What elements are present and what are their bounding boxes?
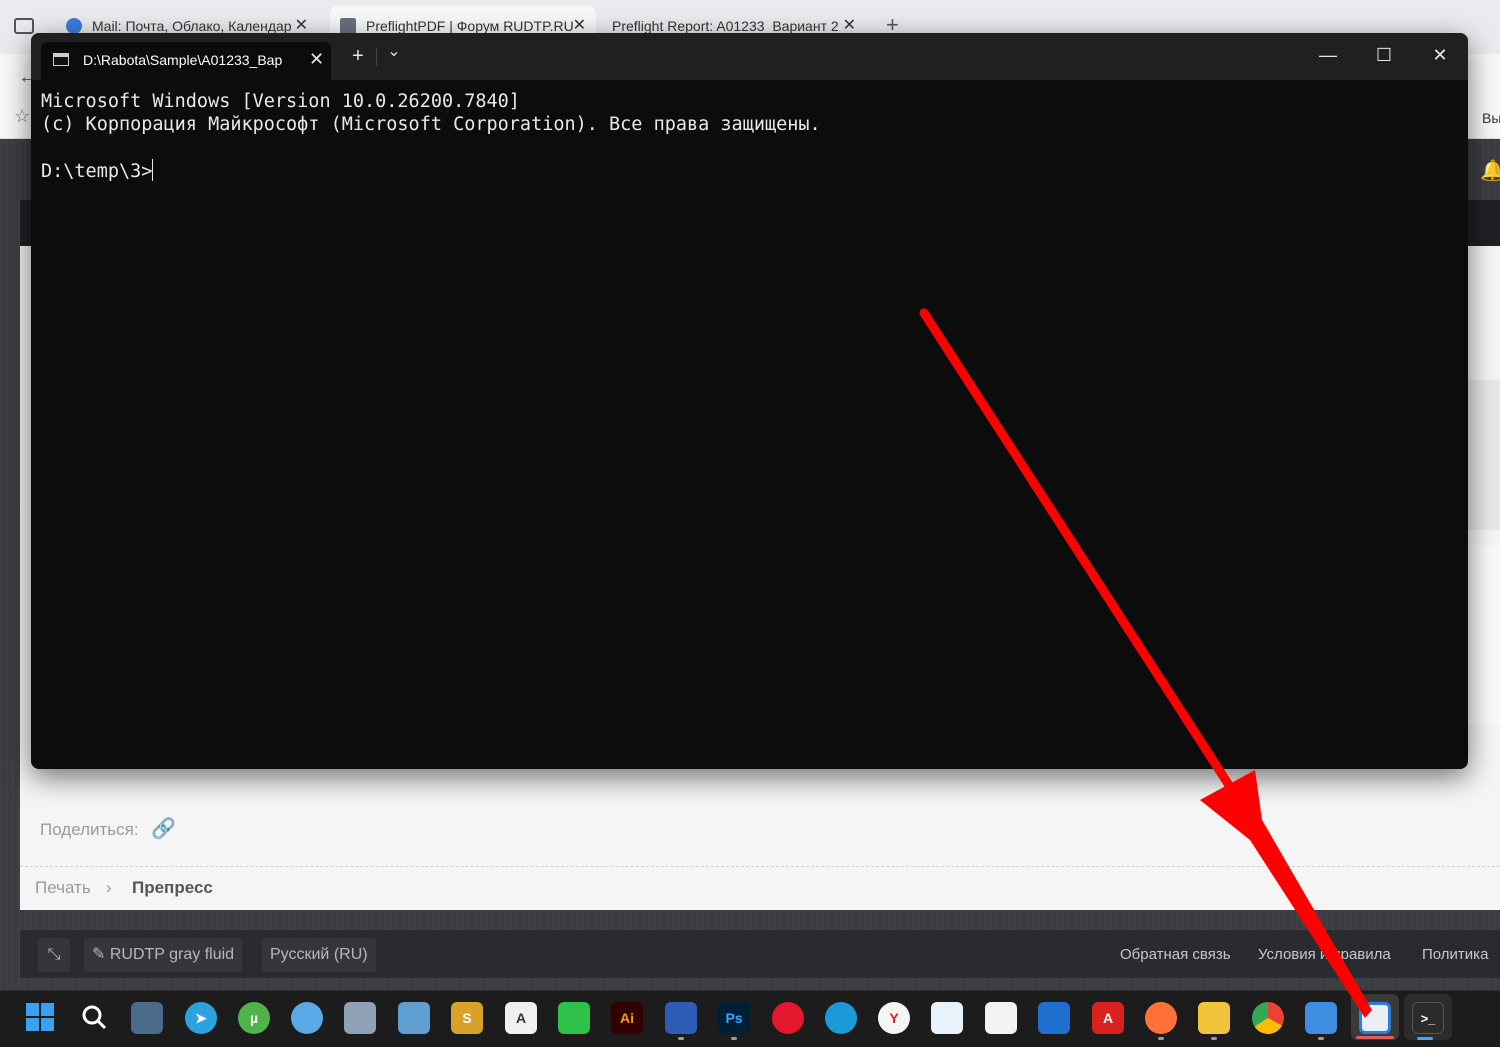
tab-actions-icon[interactable] — [14, 18, 34, 34]
terminal-prompt-line: D:\temp\3> — [41, 159, 821, 183]
search-icon[interactable] — [78, 1002, 110, 1034]
firefox-icon[interactable] — [1145, 1002, 1177, 1034]
brush-icon: ✎ — [92, 946, 106, 963]
footer-link-terms[interactable]: Условия и правила — [1258, 946, 1391, 963]
bell-icon[interactable]: 🔔 — [1480, 158, 1500, 183]
terminal-window[interactable]: D:\Rabota\Sample\A01233_Вариант ✕ + ⌄ — … — [31, 33, 1468, 769]
text-cursor — [152, 159, 154, 181]
camera-app-icon[interactable] — [665, 1002, 697, 1034]
terminal-prompt: D:\temp\3> — [41, 161, 153, 182]
windows-start-icon[interactable] — [24, 1002, 56, 1034]
app-blue-circle-icon[interactable] — [291, 1002, 323, 1034]
breadcrumb-separator: › — [106, 878, 112, 897]
running-indicator — [1158, 1037, 1164, 1040]
outlook-icon[interactable] — [1038, 1002, 1070, 1034]
running-indicator — [1318, 1037, 1324, 1040]
file-explorer-icon[interactable] — [1198, 1002, 1230, 1034]
breadcrumb-prepress[interactable]: Препресс — [132, 878, 213, 898]
maximize-button[interactable]: ☐ — [1356, 33, 1412, 77]
running-indicator — [1211, 1037, 1217, 1040]
acrobat-icon[interactable]: A — [1092, 1002, 1124, 1034]
running-indicator — [678, 1037, 684, 1040]
app-green-icon[interactable] — [558, 1002, 590, 1034]
share-text: Поделиться: — [40, 820, 139, 839]
edge-icon[interactable] — [825, 1002, 857, 1034]
language-chooser-button[interactable]: Русский (RU) — [262, 938, 376, 972]
account-label[interactable]: Вы — [1482, 110, 1500, 126]
yandex-browser-icon[interactable]: Y — [878, 1002, 910, 1034]
terminal-output[interactable]: Microsoft Windows [Version 10.0.26200.78… — [41, 90, 821, 183]
mail-icon — [66, 18, 82, 34]
running-indicator — [731, 1037, 737, 1040]
browser-tab-title: PreflightPDF | Форум RUDTP.RU — [366, 18, 574, 34]
new-tab-button[interactable]: + — [347, 45, 369, 67]
console-icon — [53, 53, 69, 66]
terminal-icon[interactable]: >_ — [1412, 1002, 1444, 1034]
opera-icon[interactable] — [772, 1002, 804, 1034]
file-manager-icon[interactable] — [131, 1002, 163, 1034]
link-icon[interactable]: 🔗 — [151, 818, 176, 840]
terminal-tab[interactable]: D:\Rabota\Sample\A01233_Вариант ✕ — [41, 42, 331, 80]
illustrator-icon[interactable]: Ai — [611, 1002, 643, 1034]
minimize-button[interactable]: — — [1300, 33, 1356, 77]
calculator-icon[interactable] — [344, 1002, 376, 1034]
collapse-button[interactable]: ⤡ — [38, 938, 70, 972]
terminal-line: Microsoft Windows [Version 10.0.26200.78… — [41, 91, 520, 112]
control-panel-icon[interactable] — [398, 1002, 430, 1034]
app-window-active-icon[interactable] — [1359, 1002, 1391, 1034]
browser-tab-title: Mail: Почта, Облако, Календар — [92, 18, 292, 34]
utorrent-icon[interactable]: µ — [238, 1002, 270, 1034]
breadcrumb-print[interactable]: Печать — [35, 878, 91, 898]
acrobat-reader-icon[interactable]: A — [505, 1002, 537, 1034]
footer-link-feedback[interactable]: Обратная связь — [1120, 946, 1231, 963]
microsoft-store-icon[interactable] — [985, 1002, 1017, 1034]
style-chooser-button[interactable]: ✎ RUDTP gray fluid — [84, 938, 243, 972]
close-tab-icon[interactable]: ✕ — [309, 49, 324, 70]
photoshop-icon[interactable]: Ps — [718, 1002, 750, 1034]
app-file-icon[interactable] — [931, 1002, 963, 1034]
browser-tab-title: Preflight Report: A01233_Вариант 2 — [612, 18, 839, 34]
star-icon[interactable]: ☆ — [14, 106, 30, 127]
chrome-icon[interactable] — [1252, 1002, 1284, 1034]
app-s-icon[interactable]: S — [451, 1002, 483, 1034]
close-button[interactable]: ✕ — [1412, 33, 1468, 77]
share-label: Поделиться: 🔗 — [40, 816, 176, 841]
rudtp-icon — [340, 18, 356, 34]
dropdown-button[interactable]: ⌄ — [383, 41, 405, 63]
terminal-line: ​ — [41, 136, 821, 159]
active-indicator — [1356, 1036, 1394, 1039]
style-label: RUDTP gray fluid — [109, 946, 235, 963]
terminal-line: (c) Корпорация Майкрософт (Microsoft Cor… — [41, 114, 821, 135]
photos-icon[interactable] — [1305, 1002, 1337, 1034]
terminal-titlebar[interactable]: D:\Rabota\Sample\A01233_Вариант ✕ + ⌄ — … — [31, 33, 1468, 80]
side-block — [1468, 380, 1500, 530]
telegram-icon[interactable]: ➤ — [185, 1002, 217, 1034]
running-indicator — [1417, 1037, 1433, 1040]
side-block — [1468, 545, 1500, 725]
footer-link-policy[interactable]: Политика — [1422, 946, 1488, 963]
tab-separator — [376, 48, 377, 66]
divider — [20, 866, 1500, 867]
terminal-tab-title: D:\Rabota\Sample\A01233_Вариант — [83, 52, 283, 68]
